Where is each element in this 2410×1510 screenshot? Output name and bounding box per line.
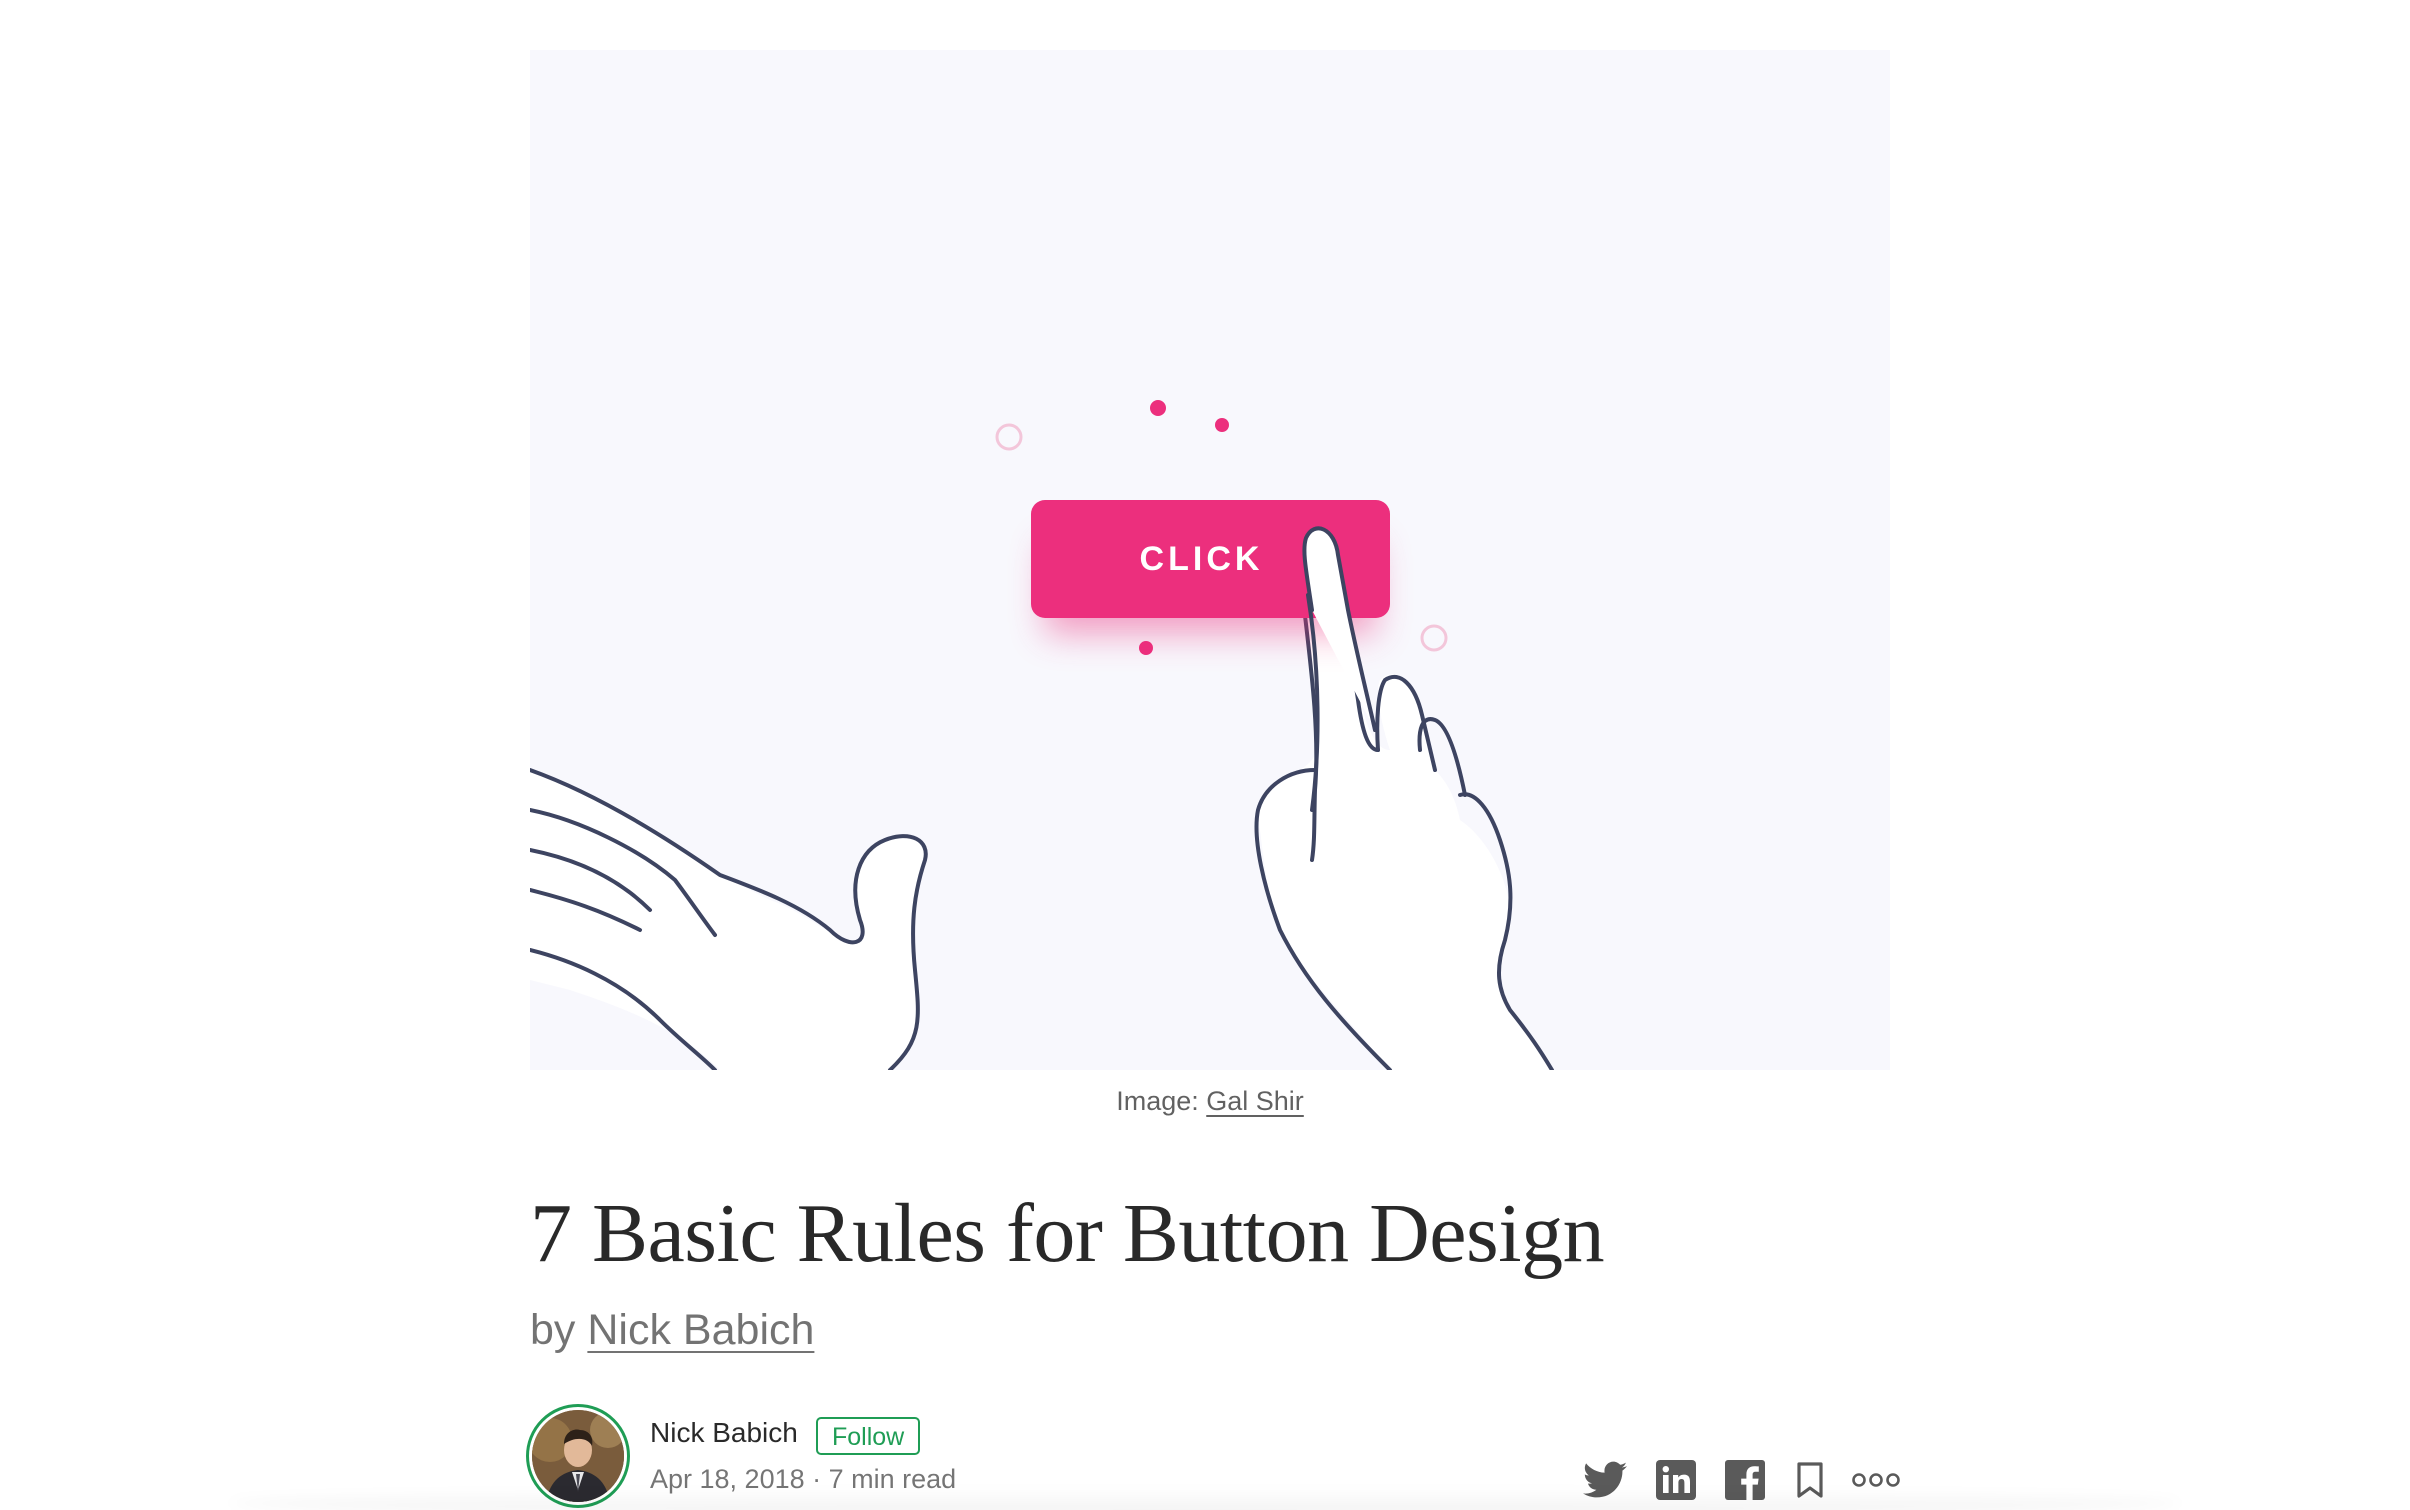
sticky-bar-shadow bbox=[230, 1488, 2180, 1510]
particle-dot bbox=[1215, 418, 1229, 432]
author-name[interactable]: Nick Babich bbox=[650, 1417, 798, 1449]
hero-image: CLICK bbox=[530, 50, 1890, 1070]
follow-button[interactable]: Follow bbox=[816, 1417, 921, 1455]
avatar[interactable] bbox=[532, 1410, 624, 1502]
image-caption: Image: Gal Shir bbox=[530, 1086, 1890, 1117]
particle-dot bbox=[1139, 641, 1153, 655]
particle-dot bbox=[1150, 400, 1166, 416]
author-photo bbox=[532, 1410, 624, 1502]
click-illustration-button: CLICK bbox=[1031, 500, 1390, 618]
particle-ring bbox=[1420, 624, 1448, 652]
caption-prefix: Image: bbox=[1116, 1086, 1207, 1116]
article-page: CLICK Image: Gal Shir 7 Basic Rules for … bbox=[0, 0, 2410, 1510]
byline-prefix: by bbox=[530, 1306, 588, 1354]
caption-credit-link[interactable]: Gal Shir bbox=[1206, 1086, 1304, 1116]
byline: by Nick Babich bbox=[530, 1306, 814, 1355]
byline-author-link[interactable]: Nick Babich bbox=[587, 1306, 814, 1354]
article-title: 7 Basic Rules for Button Design bbox=[530, 1187, 1605, 1280]
particle-ring bbox=[995, 423, 1023, 451]
